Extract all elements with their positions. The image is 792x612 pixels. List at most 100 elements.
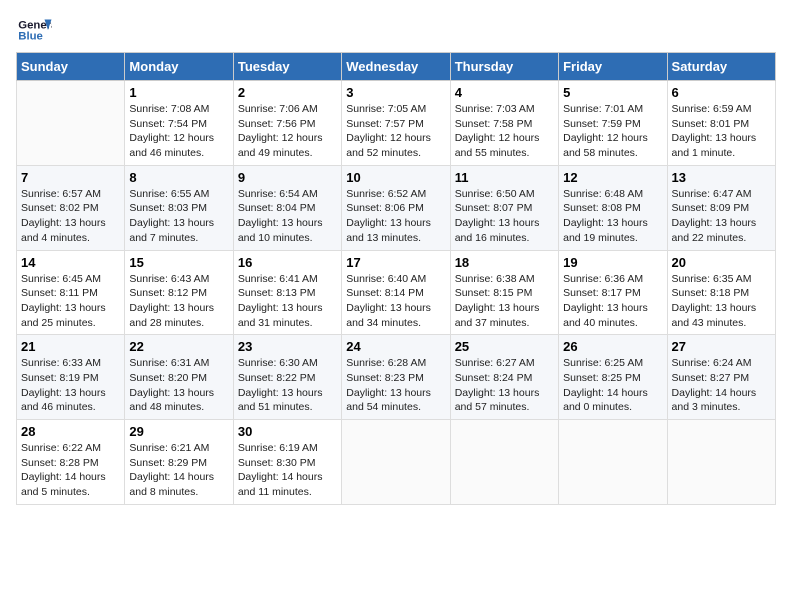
day-info: Sunrise: 6:45 AMSunset: 8:11 PMDaylight:… (21, 272, 120, 331)
calendar-cell: 10 Sunrise: 6:52 AMSunset: 8:06 PMDayligh… (342, 165, 450, 250)
day-info: Sunrise: 7:08 AMSunset: 7:54 PMDaylight:… (129, 102, 228, 161)
calendar-cell: 14 Sunrise: 6:45 AMSunset: 8:11 PMDayligh… (17, 250, 125, 335)
day-info: Sunrise: 6:43 AMSunset: 8:12 PMDaylight:… (129, 272, 228, 331)
day-info: Sunrise: 7:01 AMSunset: 7:59 PMDaylight:… (563, 102, 662, 161)
calendar-cell: 2 Sunrise: 7:06 AMSunset: 7:56 PMDaylight… (233, 81, 341, 166)
day-number: 7 (21, 170, 120, 185)
day-info: Sunrise: 6:41 AMSunset: 8:13 PMDaylight:… (238, 272, 337, 331)
calendar-cell: 11Sunrise: 6:50 AMSunset: 8:07 PMDayligh… (450, 165, 558, 250)
calendar-cell: 16 Sunrise: 6:41 AMSunset: 8:13 PMDayligh… (233, 250, 341, 335)
weekday-header-thursday: Thursday (450, 53, 558, 81)
day-number: 10 (346, 170, 445, 185)
day-number: 21 (21, 339, 120, 354)
weekday-header-wednesday: Wednesday (342, 53, 450, 81)
day-number: 29 (129, 424, 228, 439)
weekday-header-saturday: Saturday (667, 53, 775, 81)
header: General Blue (16, 16, 776, 44)
day-number: 30 (238, 424, 337, 439)
day-number: 5 (563, 85, 662, 100)
day-number: 26 (563, 339, 662, 354)
calendar-cell: 15 Sunrise: 6:43 AMSunset: 8:12 PMDayligh… (125, 250, 233, 335)
day-info: Sunrise: 6:48 AMSunset: 8:08 PMDaylight:… (563, 187, 662, 246)
calendar-cell: 25 Sunrise: 6:27 AMSunset: 8:24 PMDayligh… (450, 335, 558, 420)
calendar-cell: 13 Sunrise: 6:47 AMSunset: 8:09 PMDayligh… (667, 165, 775, 250)
day-number: 12 (563, 170, 662, 185)
day-info: Sunrise: 6:27 AMSunset: 8:24 PMDaylight:… (455, 356, 554, 415)
day-number: 9 (238, 170, 337, 185)
calendar-cell: 3 Sunrise: 7:05 AMSunset: 7:57 PMDaylight… (342, 81, 450, 166)
weekday-header-friday: Friday (559, 53, 667, 81)
day-info: Sunrise: 6:21 AMSunset: 8:29 PMDaylight:… (129, 441, 228, 500)
calendar-cell: 12 Sunrise: 6:48 AMSunset: 8:08 PMDayligh… (559, 165, 667, 250)
day-number: 11 (455, 170, 554, 185)
calendar-cell: 30 Sunrise: 6:19 AMSunset: 8:30 PMDayligh… (233, 420, 341, 505)
day-number: 22 (129, 339, 228, 354)
calendar-cell: 21 Sunrise: 6:33 AMSunset: 8:19 PMDayligh… (17, 335, 125, 420)
calendar-cell: 18 Sunrise: 6:38 AMSunset: 8:15 PMDayligh… (450, 250, 558, 335)
day-number: 28 (21, 424, 120, 439)
weekday-header-row: SundayMondayTuesdayWednesdayThursdayFrid… (17, 53, 776, 81)
calendar-cell (17, 81, 125, 166)
calendar-cell (559, 420, 667, 505)
calendar-cell: 5 Sunrise: 7:01 AMSunset: 7:59 PMDaylight… (559, 81, 667, 166)
day-info: Sunrise: 7:06 AMSunset: 7:56 PMDaylight:… (238, 102, 337, 161)
day-info: Sunrise: 6:22 AMSunset: 8:28 PMDaylight:… (21, 441, 120, 500)
calendar-cell: 7 Sunrise: 6:57 AMSunset: 8:02 PMDaylight… (17, 165, 125, 250)
day-info: Sunrise: 6:25 AMSunset: 8:25 PMDaylight:… (563, 356, 662, 415)
day-info: Sunrise: 7:03 AMSunset: 7:58 PMDaylight:… (455, 102, 554, 161)
day-number: 6 (672, 85, 771, 100)
day-number: 3 (346, 85, 445, 100)
calendar-cell: 17 Sunrise: 6:40 AMSunset: 8:14 PMDayligh… (342, 250, 450, 335)
day-info: Sunrise: 6:28 AMSunset: 8:23 PMDaylight:… (346, 356, 445, 415)
day-number: 16 (238, 255, 337, 270)
calendar-cell (667, 420, 775, 505)
day-info: Sunrise: 7:05 AMSunset: 7:57 PMDaylight:… (346, 102, 445, 161)
calendar-cell: 4 Sunrise: 7:03 AMSunset: 7:58 PMDaylight… (450, 81, 558, 166)
day-number: 19 (563, 255, 662, 270)
day-info: Sunrise: 6:55 AMSunset: 8:03 PMDaylight:… (129, 187, 228, 246)
day-info: Sunrise: 6:31 AMSunset: 8:20 PMDaylight:… (129, 356, 228, 415)
day-number: 27 (672, 339, 771, 354)
day-info: Sunrise: 6:19 AMSunset: 8:30 PMDaylight:… (238, 441, 337, 500)
day-number: 20 (672, 255, 771, 270)
day-number: 14 (21, 255, 120, 270)
calendar-cell: 19Sunrise: 6:36 AMSunset: 8:17 PMDayligh… (559, 250, 667, 335)
day-info: Sunrise: 6:33 AMSunset: 8:19 PMDaylight:… (21, 356, 120, 415)
day-number: 25 (455, 339, 554, 354)
day-info: Sunrise: 6:40 AMSunset: 8:14 PMDaylight:… (346, 272, 445, 331)
calendar-table: SundayMondayTuesdayWednesdayThursdayFrid… (16, 52, 776, 505)
svg-text:Blue: Blue (18, 31, 43, 43)
calendar-cell: 8 Sunrise: 6:55 AMSunset: 8:03 PMDaylight… (125, 165, 233, 250)
weekday-header-monday: Monday (125, 53, 233, 81)
day-number: 18 (455, 255, 554, 270)
logo-icon: General Blue (16, 16, 52, 44)
calendar-cell: 29 Sunrise: 6:21 AMSunset: 8:29 PMDayligh… (125, 420, 233, 505)
calendar-cell: 26 Sunrise: 6:25 AMSunset: 8:25 PMDayligh… (559, 335, 667, 420)
day-number: 24 (346, 339, 445, 354)
calendar-cell: 28 Sunrise: 6:22 AMSunset: 8:28 PMDayligh… (17, 420, 125, 505)
calendar-week-row: 21 Sunrise: 6:33 AMSunset: 8:19 PMDayligh… (17, 335, 776, 420)
calendar-cell: 22 Sunrise: 6:31 AMSunset: 8:20 PMDayligh… (125, 335, 233, 420)
calendar-cell: 1 Sunrise: 7:08 AMSunset: 7:54 PMDaylight… (125, 81, 233, 166)
day-number: 17 (346, 255, 445, 270)
day-number: 1 (129, 85, 228, 100)
day-number: 2 (238, 85, 337, 100)
calendar-cell: 27Sunrise: 6:24 AMSunset: 8:27 PMDayligh… (667, 335, 775, 420)
day-number: 13 (672, 170, 771, 185)
day-number: 15 (129, 255, 228, 270)
day-info: Sunrise: 6:30 AMSunset: 8:22 PMDaylight:… (238, 356, 337, 415)
day-info: Sunrise: 6:59 AMSunset: 8:01 PMDaylight:… (672, 102, 771, 161)
day-info: Sunrise: 6:35 AMSunset: 8:18 PMDaylight:… (672, 272, 771, 331)
day-info: Sunrise: 6:52 AMSunset: 8:06 PMDaylight:… (346, 187, 445, 246)
day-info: Sunrise: 6:47 AMSunset: 8:09 PMDaylight:… (672, 187, 771, 246)
weekday-header-sunday: Sunday (17, 53, 125, 81)
calendar-cell: 23Sunrise: 6:30 AMSunset: 8:22 PMDayligh… (233, 335, 341, 420)
day-number: 4 (455, 85, 554, 100)
calendar-cell: 20 Sunrise: 6:35 AMSunset: 8:18 PMDayligh… (667, 250, 775, 335)
calendar-cell (450, 420, 558, 505)
day-info: Sunrise: 6:57 AMSunset: 8:02 PMDaylight:… (21, 187, 120, 246)
calendar-cell: 24 Sunrise: 6:28 AMSunset: 8:23 PMDayligh… (342, 335, 450, 420)
day-info: Sunrise: 6:38 AMSunset: 8:15 PMDaylight:… (455, 272, 554, 331)
day-number: 8 (129, 170, 228, 185)
calendar-week-row: 14 Sunrise: 6:45 AMSunset: 8:11 PMDayligh… (17, 250, 776, 335)
